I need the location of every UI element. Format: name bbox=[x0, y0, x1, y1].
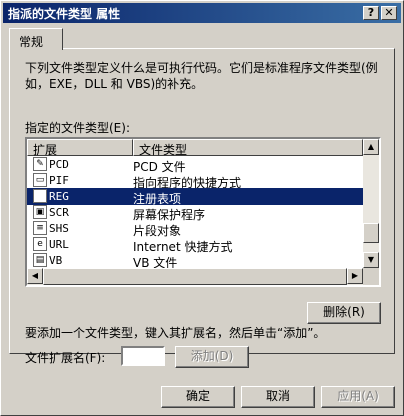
delete-button[interactable]: 删除(R) bbox=[307, 302, 381, 324]
window-title: 指派的文件类型 属性 bbox=[8, 7, 121, 21]
list-item[interactable]: ≡ SHS 片段对象 bbox=[27, 220, 363, 238]
scroll-up-button[interactable]: ▲ bbox=[363, 139, 379, 155]
help-button[interactable]: ? bbox=[363, 6, 379, 20]
list-item-extension: PIF bbox=[49, 174, 69, 187]
tab-general-label: 常规 bbox=[19, 35, 44, 49]
horizontal-scroll-thumb[interactable] bbox=[43, 268, 347, 285]
apply-button[interactable]: 应用(A) bbox=[321, 386, 395, 408]
file-types-listview[interactable]: 扩展 文件类型 ✎ PCD PCD 文件 ▭ PIF 指向程序的快捷方式 ⚙ REG 注册表项 ▣… bbox=[25, 137, 381, 287]
screensaver-icon: ▣ bbox=[33, 205, 47, 219]
list-item[interactable]: ▣ SCR 屏幕保护程序 bbox=[27, 204, 363, 222]
vertical-scroll-thumb[interactable] bbox=[363, 223, 379, 243]
list-item[interactable]: ⚙ REG 注册表项 bbox=[27, 188, 363, 206]
horizontal-scrollbar[interactable]: ◀ ▶ bbox=[27, 268, 363, 285]
vb-file-icon: ▤ bbox=[33, 253, 47, 267]
description-line-2: 如，EXE，DLL 和 VBS)的补充。 bbox=[25, 77, 204, 91]
scroll-down-button[interactable]: ▼ bbox=[363, 252, 379, 268]
scroll-left-button[interactable]: ◀ bbox=[27, 268, 43, 284]
list-item[interactable]: ▭ PIF 指向程序的快捷方式 bbox=[27, 172, 363, 190]
pif-shortcut-icon: ▭ bbox=[33, 173, 47, 187]
title-bar[interactable]: 指派的文件类型 属性 ? ✕ bbox=[3, 3, 401, 23]
registry-icon: ⚙ bbox=[33, 189, 47, 203]
extension-label: 文件扩展名(F): bbox=[25, 351, 106, 365]
ok-button[interactable]: 确定 bbox=[161, 386, 235, 408]
list-item-extension: SHS bbox=[49, 222, 69, 235]
list-item[interactable]: ✎ PCD PCD 文件 bbox=[27, 156, 363, 174]
list-item-extension: PCD bbox=[49, 158, 69, 171]
add-button[interactable]: 添加(D) bbox=[175, 346, 249, 368]
cancel-button[interactable]: 取消 bbox=[241, 386, 315, 408]
close-button[interactable]: ✕ bbox=[381, 6, 397, 20]
list-item[interactable]: ▤ VB VB 文件 bbox=[27, 252, 363, 270]
scrap-object-icon: ≡ bbox=[33, 221, 47, 235]
internet-shortcut-icon: e bbox=[33, 237, 47, 251]
properties-dialog: 指派的文件类型 属性 ? ✕ 常规 下列文件类型定义什么是可执行代码。它们是标准… bbox=[0, 0, 404, 416]
pcd-file-icon: ✎ bbox=[33, 157, 47, 171]
list-item-extension: REG bbox=[49, 190, 69, 203]
vertical-scrollbar[interactable]: ▲ ▼ bbox=[363, 139, 379, 268]
tab-general[interactable]: 常规 bbox=[9, 28, 63, 50]
list-item-extension: SCR bbox=[49, 206, 69, 219]
list-item-extension: VB bbox=[49, 254, 63, 267]
column-header-file-type[interactable]: 文件类型 bbox=[133, 139, 363, 157]
column-header-extension[interactable]: 扩展 bbox=[27, 139, 133, 157]
scroll-corner bbox=[363, 268, 379, 285]
file-types-label: 指定的文件类型(E): bbox=[25, 121, 130, 135]
list-item[interactable]: e URL Internet 快捷方式 bbox=[27, 236, 363, 254]
extension-input[interactable] bbox=[121, 346, 165, 366]
description-line-1: 下列文件类型定义什么是可执行代码。它们是标准程序文件类型(例 bbox=[25, 61, 378, 75]
add-instruction: 要添加一个文件类型，键入其扩展名，然后单击“添加”。 bbox=[25, 326, 326, 340]
scroll-right-button[interactable]: ▶ bbox=[347, 268, 363, 284]
list-item-extension: URL bbox=[49, 238, 69, 251]
